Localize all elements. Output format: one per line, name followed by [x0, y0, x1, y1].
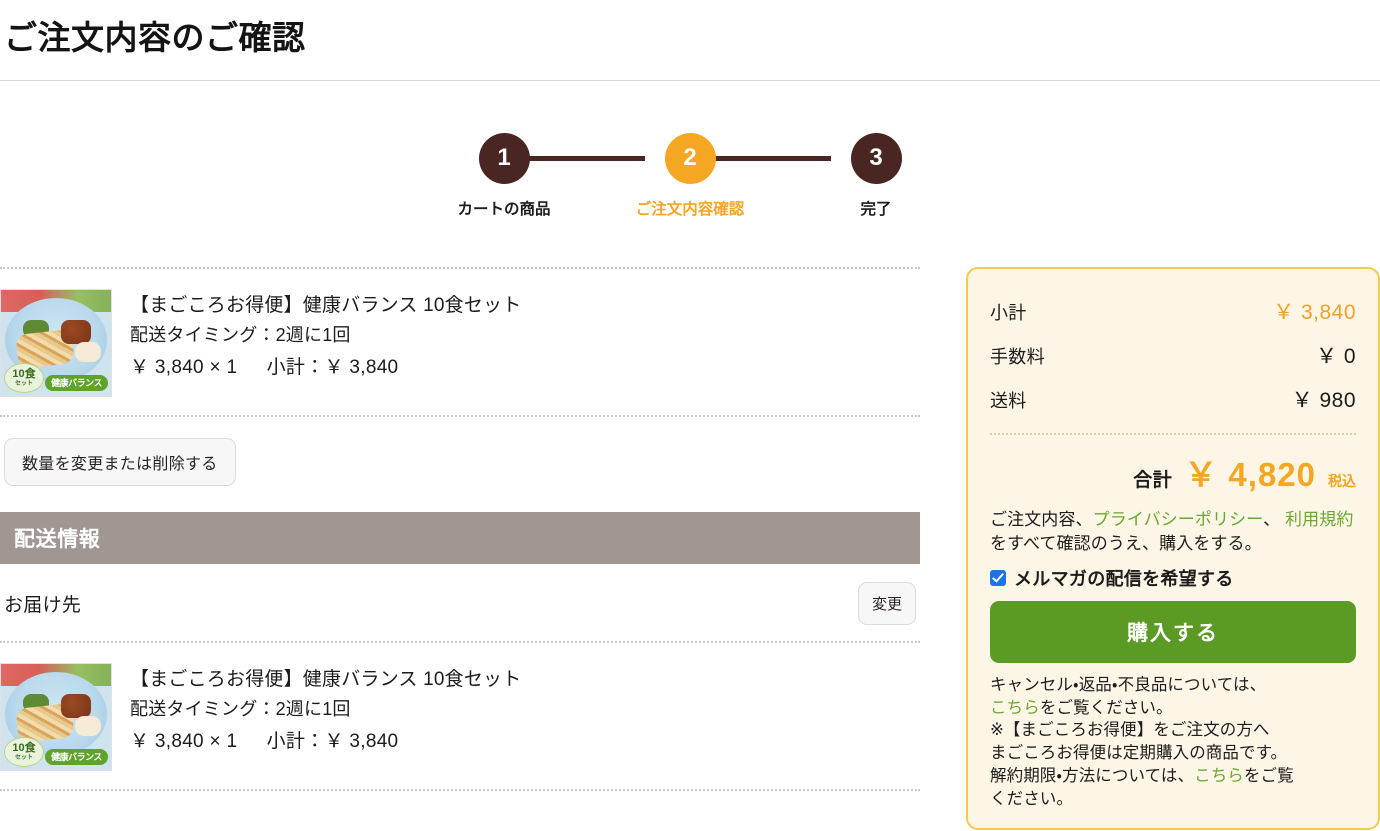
product-price-line: ￥ 3,840 × 1 小計：￥ 3,840 — [130, 726, 521, 758]
edit-quantity-button[interactable]: 数量を変更または削除する — [4, 437, 236, 486]
food-side-icon — [75, 341, 101, 362]
total-value: ￥ 4,820 — [1184, 455, 1316, 493]
summary-value-subtotal: ￥ 3,840 — [1273, 300, 1356, 324]
summary-row-subtotal: 小計 ￥ 3,840 — [990, 289, 1356, 333]
unit-price: ￥ 3,840 — [130, 356, 204, 378]
tax-included-label: 税込 — [1328, 472, 1356, 489]
step-item-cart[interactable]: 1 カートの商品 — [411, 132, 597, 219]
thumbnail-quantity-badge: 10食 セット — [4, 736, 44, 767]
thumbnail-name-badge: 健康バランス — [45, 374, 108, 391]
step-label-1: カートの商品 — [457, 200, 551, 218]
summary-value-shipping: ￥ 980 — [1291, 388, 1356, 412]
badge-unit-text: セット — [14, 754, 33, 761]
newsletter-optin-row[interactable]: メルマガの配信を希望する — [990, 563, 1356, 601]
note-1-tail: をご覧ください。 — [1039, 698, 1173, 717]
quantity-value: 1 — [226, 730, 238, 752]
shipping-item-info: 【まごころお得便】健康バランス 10食セット 配送タイミング：2週に1回 ￥ 3… — [130, 663, 521, 758]
quantity-value: 1 — [226, 356, 238, 378]
summary-label-shipping: 送料 — [990, 390, 1027, 411]
checkout-confirmation-page: ご注文内容のご確認 1 カートの商品 2 ご注文内容確認 3 完了 10食 セッ… — [0, 0, 1380, 831]
food-meat-icon — [61, 693, 91, 718]
note-line-1b: こちらをご覧ください。 — [990, 697, 1356, 720]
note-4-head: 解約期限・方法については、 — [990, 766, 1195, 785]
product-price-line: ￥ 3,840 × 1 小計：￥ 3,840 — [130, 352, 521, 384]
order-notes: キャンセル・返品・不良品については、 こちらをご覧ください。 ※【まごころお得便… — [990, 663, 1356, 811]
privacy-policy-link[interactable]: プライバシーポリシー — [1093, 510, 1264, 529]
summary-row-fee: 手数料 ￥ 0 — [990, 333, 1356, 377]
subtotal-label: 小計： — [266, 356, 325, 378]
shipping-item-row: 10食 セット 健康バランス 【まごころお得便】健康バランス 10食セット 配送… — [0, 643, 920, 789]
order-summary-column: 小計 ￥ 3,840 手数料 ￥ 0 送料 ￥ 980 合計 ￥ 4,820 税… — [966, 266, 1380, 831]
step-item-complete[interactable]: 3 完了 — [783, 132, 969, 219]
cart-item-row: 10食 セット 健康バランス 【まごころお得便】健康バランス 10食セット 配送… — [0, 269, 920, 415]
note-line-4: 解約期限・方法については、こちらをご覧 — [990, 765, 1356, 788]
badge-count-text: 10食 — [12, 741, 36, 754]
cancel-policy-link[interactable]: こちら — [990, 699, 1040, 717]
change-address-button[interactable]: 変更 — [857, 581, 916, 625]
step-circle-1: 1 — [478, 132, 530, 184]
summary-label-subtotal: 小計 — [990, 302, 1027, 323]
note-line-2: ※【まごころお得便】をご注文の方へ — [990, 721, 1270, 740]
agreement-prefix: ご注文内容、 — [990, 509, 1093, 529]
note-line-1: キャンセル・返品・不良品については、 — [990, 674, 1356, 697]
terms-of-use-link[interactable]: 利用規約 — [1285, 510, 1353, 529]
delivery-address-label: お届け先 — [4, 594, 82, 616]
edit-button-container: 数量を変更または削除する — [0, 417, 920, 512]
unit-price: ￥ 3,840 — [130, 730, 204, 752]
step-circle-2: 2 — [664, 132, 716, 184]
note-line-3: まごころお得便は定期購入の商品です。 — [990, 744, 1288, 763]
delivery-address-row: お届け先 変更 — [0, 564, 920, 641]
main-content: 10食 セット 健康バランス 【まごころお得便】健康バランス 10食セット 配送… — [0, 219, 1380, 831]
agreement-middle: 、 — [1263, 509, 1286, 529]
summary-divider — [990, 432, 1356, 435]
summary-value-fee: ￥ 0 — [1315, 344, 1356, 368]
subscription-cancel-link[interactable]: こちら — [1194, 767, 1244, 785]
order-details-column: 10食 セット 健康バランス 【まごころお得便】健康バランス 10食セット 配送… — [0, 266, 920, 791]
subtotal-value: ￥ 3,840 — [324, 730, 399, 752]
step-label-2: ご注文内容確認 — [635, 200, 745, 218]
food-side-icon — [75, 715, 101, 736]
shipping-item-bottom-divider — [0, 788, 920, 791]
summary-label-fee: 手数料 — [990, 346, 1045, 367]
subtotal-value: ￥ 3,840 — [324, 356, 399, 378]
multiply-symbol: × — [209, 730, 221, 752]
shipping-product-thumbnail[interactable]: 10食 セット 健康バランス — [0, 662, 112, 771]
total-label: 合計 — [1133, 469, 1173, 491]
product-name: 【まごころお得便】健康バランス 10食セット — [130, 294, 522, 316]
badge-count-text: 10食 — [12, 367, 36, 380]
delivery-timing: 配送タイミング：2週に1回 — [130, 699, 351, 720]
step-circle-3: 3 — [850, 132, 902, 184]
shipping-section-header: 配送情報 — [0, 511, 920, 564]
note-4-tail: をご覧 — [1243, 766, 1294, 785]
step-label-3: 完了 — [860, 200, 892, 218]
note-1-text: キャンセル・返品・不良品については、 — [990, 675, 1267, 694]
delivery-timing: 配送タイミング：2週に1回 — [130, 325, 351, 346]
order-summary-panel: 小計 ￥ 3,840 手数料 ￥ 0 送料 ￥ 980 合計 ￥ 4,820 税… — [966, 266, 1380, 831]
product-name: 【まごころお得便】健康バランス 10食セット — [130, 668, 522, 690]
page-title: ご注文内容のご確認 — [4, 19, 306, 56]
agreement-text: ご注文内容、プライバシーポリシー、 利用規約をすべて確認のうえ、購入をする。 — [990, 508, 1356, 563]
subtotal-label: 小計： — [266, 730, 325, 752]
step-item-confirm[interactable]: 2 ご注文内容確認 — [597, 132, 783, 219]
purchase-button[interactable]: 購入する — [990, 600, 1356, 663]
summary-row-shipping: 送料 ￥ 980 — [990, 377, 1356, 421]
agreement-suffix: をすべて確認のうえ、購入をする。 — [990, 533, 1262, 553]
checkout-progress-steps: 1 カートの商品 2 ご注文内容確認 3 完了 — [0, 81, 1380, 219]
summary-total-row: 合計 ￥ 4,820 税込 — [990, 441, 1356, 508]
badge-unit-text: セット — [14, 380, 33, 387]
cart-item-info: 【まごころお得便】健康バランス 10食セット 配送タイミング：2週に1回 ￥ 3… — [130, 289, 521, 384]
multiply-symbol: × — [209, 356, 221, 378]
newsletter-label[interactable]: メルマガの配信を希望する — [1014, 565, 1234, 591]
food-meat-icon — [61, 319, 91, 344]
thumbnail-name-badge: 健康バランス — [45, 748, 108, 765]
product-thumbnail[interactable]: 10食 セット 健康バランス — [0, 288, 112, 397]
newsletter-checkbox[interactable] — [990, 569, 1006, 586]
note-line-5: ください。 — [990, 789, 1073, 808]
thumbnail-quantity-badge: 10食 セット — [4, 362, 44, 393]
